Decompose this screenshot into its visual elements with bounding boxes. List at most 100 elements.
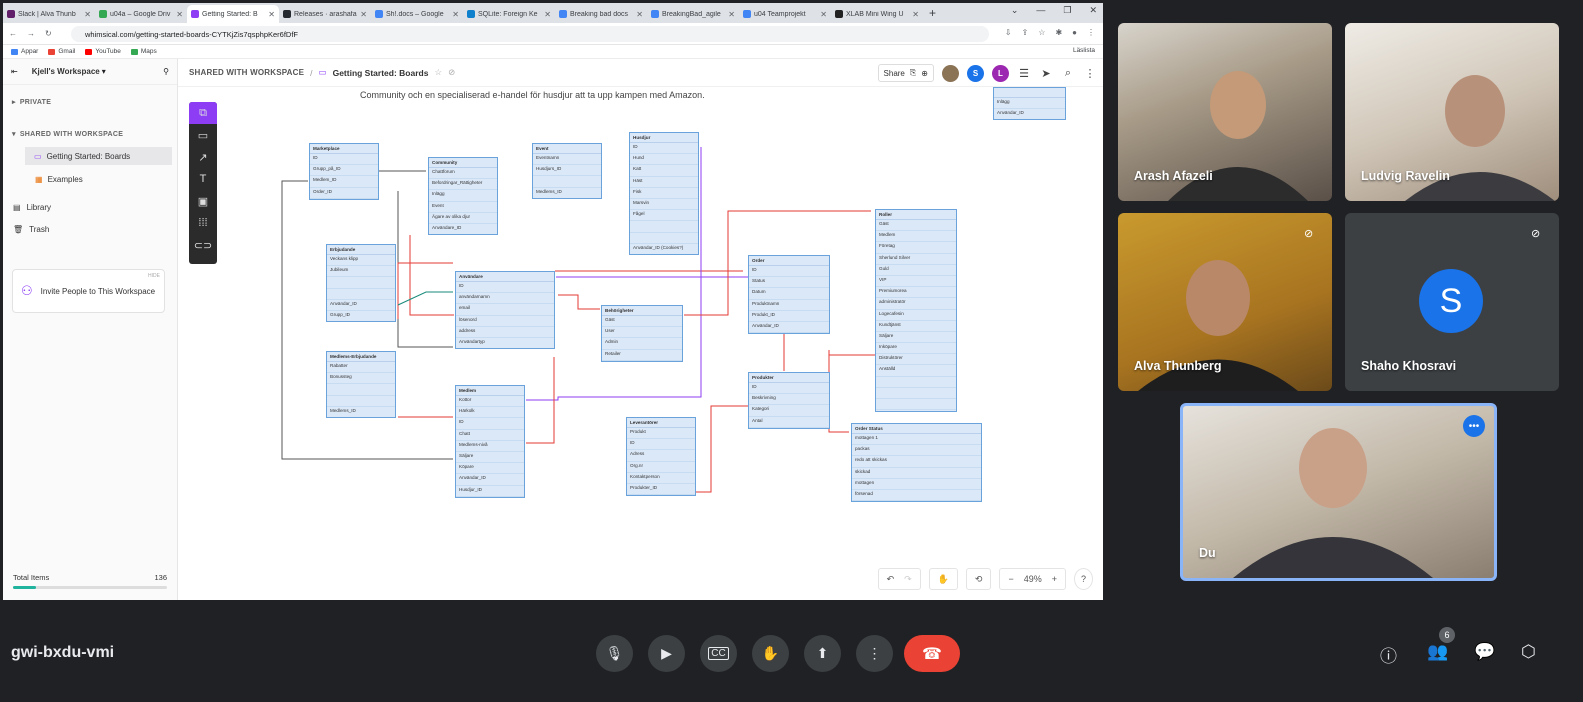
mic-button[interactable]: 🎙 [596,635,633,672]
bookmark-star-icon[interactable]: ☆ [1038,28,1045,37]
link-tool-icon[interactable]: ⊂⊃ [189,234,217,256]
close-tab-icon[interactable]: ✕ [912,10,919,19]
bookmark-appar[interactable]: Appar [11,48,38,55]
undo-icon[interactable]: ↶ [887,574,895,585]
table-leverantorer[interactable]: Leverantörer Produkt ID Adress Org.nr Kontak… [626,417,696,496]
raise-hand-button[interactable]: ✋ [752,635,789,672]
activities-icon[interactable]: ⬡ [1521,642,1536,662]
self-view-tile[interactable]: ••• Du [1180,403,1497,581]
table-medlems-erbjudande[interactable]: Medlems-Erbjudande Rabatter Bonussteg Medl… [326,351,396,418]
close-tab-icon[interactable]: ✕ [728,10,735,19]
history-icon[interactable]: ⟲ [975,574,983,585]
participant-tile[interactable]: Arash Afazeli [1118,23,1332,201]
avatar[interactable] [942,64,959,82]
table-partial[interactable]: Inlägg Användar_ID [993,87,1066,120]
close-tab-icon[interactable]: ✕ [636,10,643,19]
text-tool-icon[interactable]: T [189,168,217,190]
table-event[interactable]: Event Eventnamn Husdjurs_ID Medlems_ID [532,143,602,199]
table-anvandare[interactable]: Användare ID användarnamn email lösenord add… [455,271,555,349]
meeting-info-icon[interactable]: ⓘ [1380,642,1397,667]
captions-button[interactable]: CC [700,635,737,672]
close-tab-icon[interactable]: ✕ [268,10,275,19]
browser-tab[interactable]: XLAB Mini Wing U ✕ [831,5,923,23]
bookmark-maps[interactable]: Maps [130,48,157,55]
section-shared[interactable]: ▾ SHARED WITH WORKSPACE [3,125,177,143]
close-tab-icon[interactable]: ✕ [820,10,827,19]
workspace-switcher[interactable]: ⇤ Kjell's Workspace ▾ ⚲ [3,59,177,85]
table-husdjur[interactable]: Husdjur ID Hund Katt Häst Fisk Marsvin Fågel An… [629,132,699,255]
table-order[interactable]: Order ID Status Datum Produktnamn Produkt_ID… [748,255,830,334]
table-community[interactable]: Community Chattforum Befordringar_Rättigh… [428,157,498,235]
avatar[interactable]: S [967,64,984,82]
minimize-icon[interactable]: — [1036,5,1045,16]
browser-tab[interactable]: Breaking bad docs ✕ [555,5,647,23]
board-canvas[interactable]: Community och en specialiserad e-handel … [178,87,1103,600]
more-icon[interactable]: ⋮ [1083,67,1097,80]
present-button[interactable]: ⬆ [804,635,841,672]
grid-tool-icon[interactable]: ⁞⁞⁞ [189,212,217,234]
leave-call-button[interactable]: ☎ [904,635,960,672]
hide-button[interactable]: HIDE [148,273,160,279]
zoom-level[interactable]: 49% [1024,574,1042,584]
reading-list[interactable]: Läslista [1073,47,1095,54]
invite-people-card[interactable]: HIDE ⚇ Invite People to This Workspace [12,269,165,313]
share-page-icon[interactable]: ⇪ [1022,28,1029,37]
sidebar-item-trash[interactable]: 🗑 Trash [3,218,177,240]
close-tab-icon[interactable]: ✕ [544,10,551,19]
back-icon[interactable]: ← [9,29,17,38]
close-tab-icon[interactable]: ✕ [360,10,367,19]
close-window-icon[interactable]: ✕ [1089,5,1097,16]
zoom-out-icon[interactable]: − [1008,574,1013,584]
board-tool-icon[interactable]: ⧉ [189,102,217,124]
url-field[interactable]: whimsical.com/getting-started-boards-CYT… [71,26,989,42]
participant-tile[interactable]: ⊘ Alva Thunberg [1118,213,1332,391]
search-icon[interactable]: ⌕ [1061,67,1075,80]
people-icon[interactable]: 👥 [1427,642,1448,662]
card-tool-icon[interactable]: ▭ [189,124,217,146]
image-tool-icon[interactable]: ▣ [189,190,217,212]
sidebar-item-getting-started[interactable]: ▭ Getting Started: Boards [25,147,172,165]
restore-icon[interactable]: ❐ [1063,5,1071,16]
sidebar-item-examples[interactable]: ▦ Examples [3,170,177,188]
chat-icon[interactable]: 💬 [1474,642,1495,662]
participant-tile[interactable]: S ⊘ Shaho Khosravi [1345,213,1559,391]
help-icon[interactable]: ? [1081,574,1086,584]
browser-tab[interactable]: Slack | Alva Thunb ✕ [3,5,95,23]
browser-tab[interactable]: u04a – Google Driv ✕ [95,5,187,23]
comment-icon[interactable]: ☰ [1017,67,1031,80]
participant-tile[interactable]: Ludvig Ravelin [1345,23,1559,201]
avatar[interactable]: L [992,64,1009,82]
sidebar-item-library[interactable]: ▤ Library [3,196,177,218]
table-roller[interactable]: Roller Gäst Medlem Företag Sherlund Silver G… [875,209,957,412]
send-icon[interactable]: ➤ [1039,67,1053,80]
table-order-status[interactable]: Order Status mottagen 1 packas redo att sk… [851,423,982,502]
close-tab-icon[interactable]: ✕ [176,10,183,19]
table-marketplace[interactable]: Marketplace ID Grupp_på_ID Medlem_ID Order_… [309,143,379,200]
star-icon[interactable]: ☆ [434,67,442,78]
bookmark-youtube[interactable]: YouTube [85,48,121,55]
browser-tab[interactable]: SQLite: Foreign Ke ✕ [463,5,555,23]
browser-tab[interactable]: Sh!.docs – Google ✕ [371,5,463,23]
page-title[interactable]: Getting Started: Boards [333,68,429,78]
browser-tab-active[interactable]: Getting Started: B ✕ [187,5,279,23]
new-tab-icon[interactable]: + [929,6,936,20]
reload-icon[interactable]: ↻ [45,29,52,38]
menu-kebab-icon[interactable]: ⋮ [1087,28,1095,37]
browser-tab[interactable]: Releases · arashafa ✕ [279,5,371,23]
info-icon[interactable]: ⊘ [448,67,455,78]
breadcrumb[interactable]: SHARED WITH WORKSPACE [189,68,304,77]
share-button[interactable]: Share ⎘ ⊕ [877,64,934,82]
table-medlem[interactable]: Medlem Kottor Härkolk ID Chatt Medlems-nivå S… [455,385,525,498]
redo-icon[interactable]: ↷ [904,574,912,585]
camera-button[interactable]: ▶ [648,635,685,672]
section-private[interactable]: ▸ PRIVATE [3,93,177,111]
browser-tab[interactable]: BreakingBad_agile ✕ [647,5,739,23]
table-behorigheter[interactable]: Behörigheter Gäst User Admin Retailer [601,305,683,362]
close-tab-icon[interactable]: ✕ [452,10,459,19]
browser-tab[interactable]: u04 Teamprojekt ✕ [739,5,831,23]
more-options-button[interactable]: ⋮ [856,635,893,672]
extensions-icon[interactable]: ✱ [1055,28,1062,37]
connector-tool-icon[interactable]: ↗ [189,146,217,168]
table-erbjudande[interactable]: Erbjudande Veckans klipp Jubileum Användar… [326,244,396,322]
zoom-in-icon[interactable]: + [1052,574,1057,584]
